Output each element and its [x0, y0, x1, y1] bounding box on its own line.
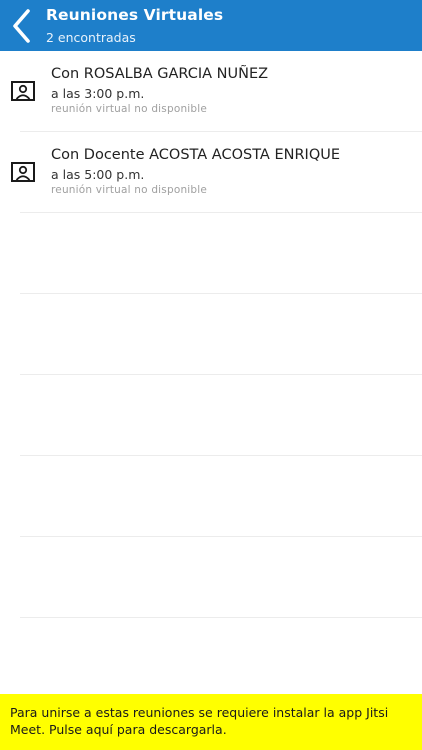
meeting-list-item[interactable]: Con ROSALBA GARCIA NUÑEZ a las 3:00 p.m.…: [0, 51, 422, 132]
back-button[interactable]: [8, 6, 40, 46]
result-count: 2 encontradas: [46, 30, 136, 45]
empty-list-row: [0, 537, 422, 618]
install-jitsi-banner[interactable]: Para unirse a estas reuniones se requier…: [0, 694, 422, 750]
meeting-list-item[interactable]: Con Docente ACOSTA ACOSTA ENRIQUE a las …: [0, 132, 422, 213]
empty-list-row: [0, 213, 422, 294]
person-icon: [11, 81, 35, 101]
empty-list-row: [0, 294, 422, 375]
meeting-status: reunión virtual no disponible: [51, 184, 208, 196]
meeting-time: a las 3:00 p.m.: [51, 86, 145, 101]
chevron-left-icon: [8, 6, 40, 46]
empty-list-row: [0, 456, 422, 537]
row-divider: [20, 617, 422, 618]
meeting-title: Con ROSALBA GARCIA NUÑEZ: [51, 66, 269, 82]
banner-text: Para unirse a estas reuniones se requier…: [10, 705, 389, 737]
meeting-list: Con ROSALBA GARCIA NUÑEZ a las 3:00 p.m.…: [0, 51, 422, 618]
empty-list-row: [0, 375, 422, 456]
header-bar: Reuniones Virtuales 2 encontradas: [0, 0, 422, 51]
person-icon: [11, 162, 35, 182]
meeting-time: a las 5:00 p.m.: [51, 167, 145, 182]
page-title: Reuniones Virtuales: [46, 6, 224, 24]
meeting-title: Con Docente ACOSTA ACOSTA ENRIQUE: [51, 147, 341, 163]
meeting-status: reunión virtual no disponible: [51, 103, 208, 115]
